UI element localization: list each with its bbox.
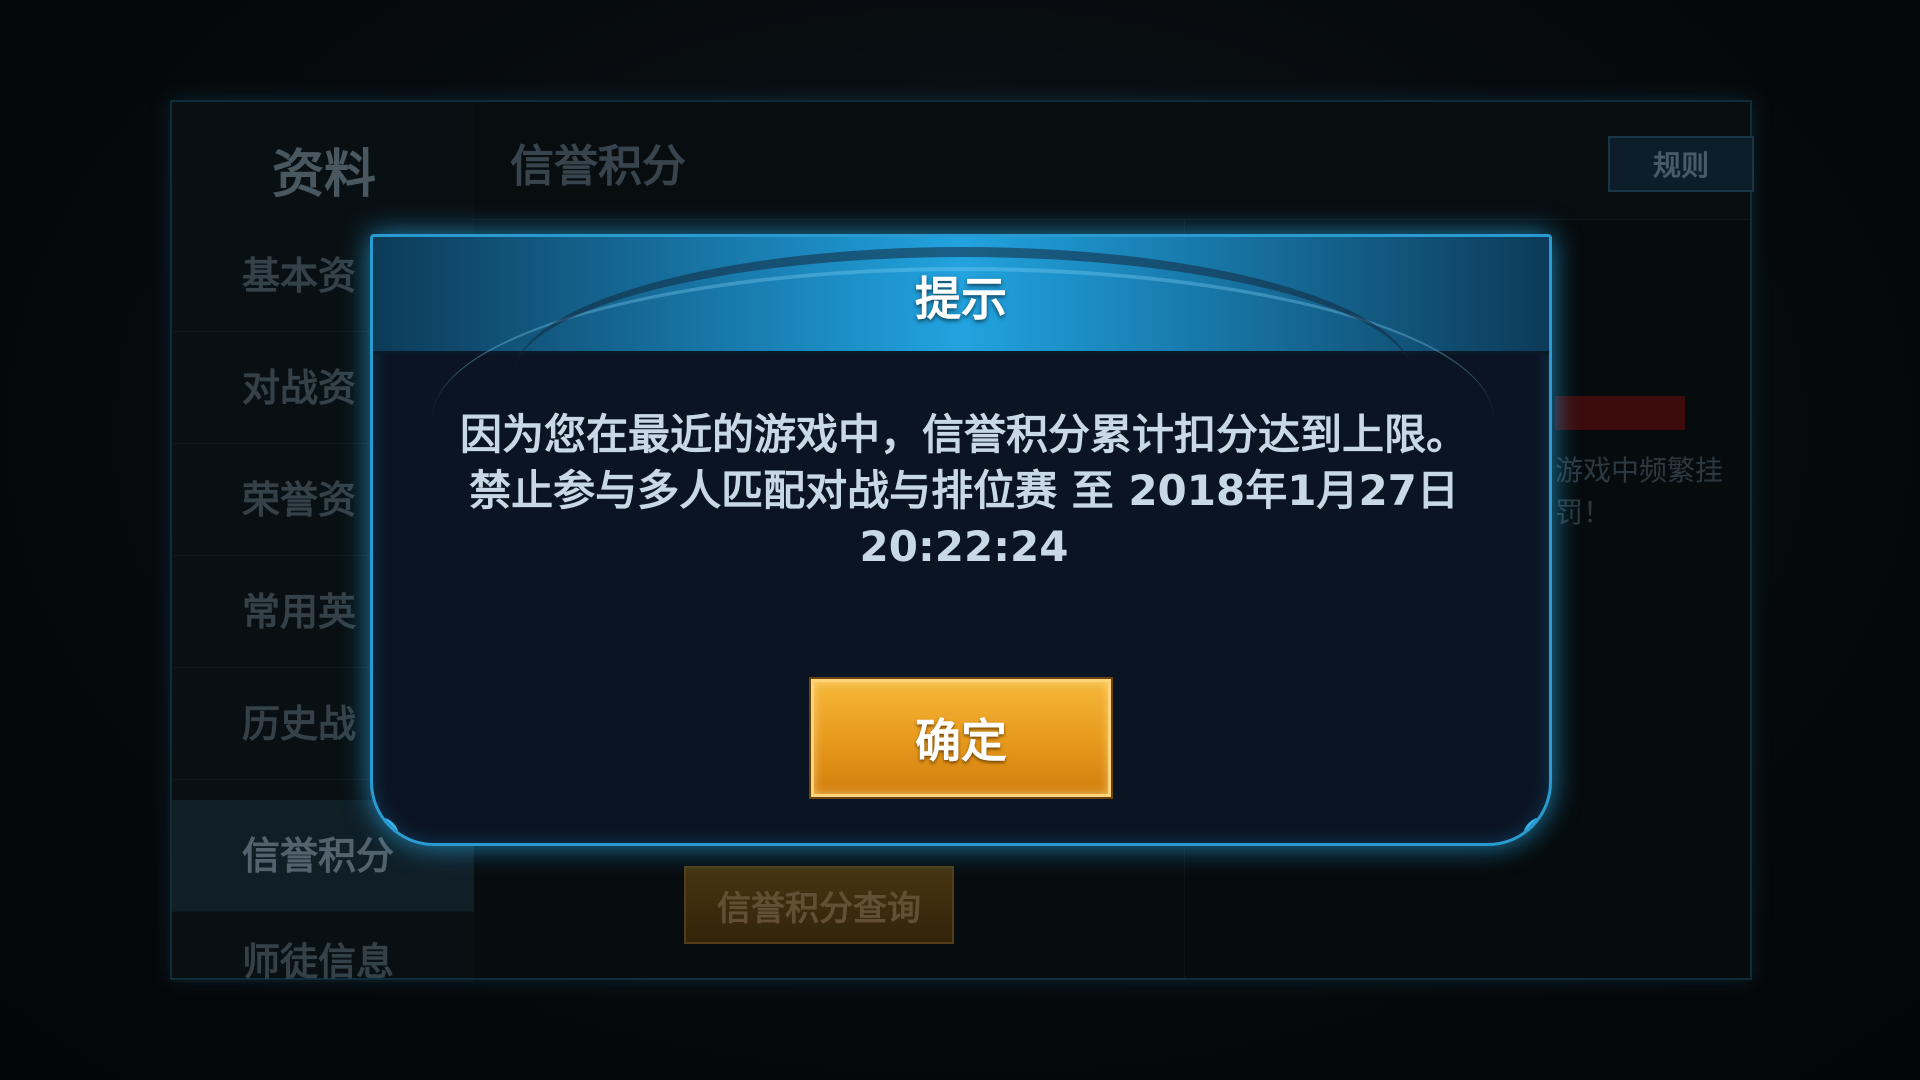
corner-ornament-left	[373, 817, 399, 843]
message-line-3: 20:22:24	[859, 522, 1069, 571]
prompt-dialog: 提示 因为您在最近的游戏中，信誉积分累计扣分达到上限。 禁止参与多人匹配对战与排…	[370, 234, 1552, 846]
message-line-2: 禁止参与多人匹配对战与排位赛 至 2018年1月27日	[469, 466, 1459, 515]
message-line-1: 因为您在最近的游戏中，信誉积分累计扣分达到上限。	[459, 410, 1468, 459]
dialog-header: 提示	[373, 237, 1549, 355]
dialog-message: 因为您在最近的游戏中，信誉积分累计扣分达到上限。 禁止参与多人匹配对战与排位赛 …	[413, 407, 1515, 575]
corner-ornament-right	[1523, 817, 1549, 843]
confirm-button[interactable]: 确定	[811, 679, 1111, 797]
dialog-title: 提示	[915, 272, 1007, 326]
